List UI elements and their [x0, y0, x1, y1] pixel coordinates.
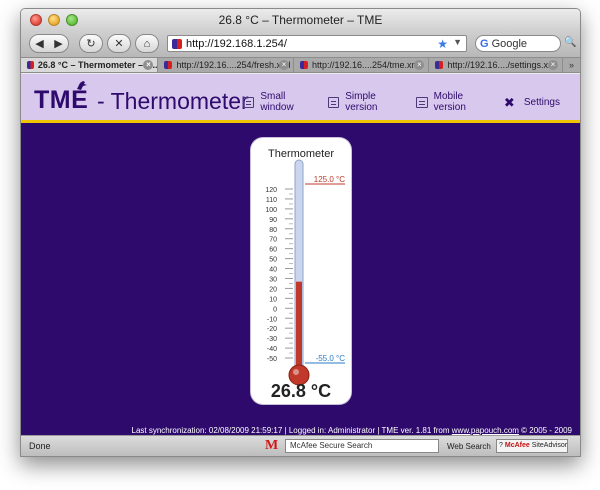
status-text: Done	[29, 441, 51, 451]
bird-logo-icon	[77, 81, 87, 90]
tab-thermometer[interactable]: 26.8 °C – Thermometer – T... ×	[21, 58, 159, 72]
nav-label: Mobile version	[433, 91, 466, 113]
tab-settings-xml[interactable]: http://192.16..../settings.xml ×	[429, 58, 563, 72]
tick-label: 100	[265, 207, 277, 214]
tab-close-icon[interactable]: ×	[414, 60, 425, 70]
forward-arrow-icon[interactable]: ▶	[49, 37, 68, 50]
google-icon: G	[480, 37, 489, 50]
tab-tme-xml[interactable]: http://192.16....254/tme.xml ×	[294, 58, 430, 72]
site-favicon-icon	[172, 38, 182, 49]
stop-icon: ✕	[114, 38, 124, 50]
address-bar[interactable]: http://192.168.1.254/ ★ ▼	[167, 35, 467, 52]
siteadvisor-brand: McAfee	[504, 442, 530, 449]
tab-label: http://192.16....254/tme.xml	[311, 60, 422, 70]
nav-label: Small window	[260, 91, 294, 113]
footer-sync: Last synchronization: 02/08/2009 21:59:1…	[131, 426, 283, 435]
nav-small-window[interactable]: Small window	[243, 91, 308, 113]
search-magnifier-icon[interactable]: 🔍	[564, 37, 576, 48]
footer-version: TME ver. 1.81 from	[381, 426, 450, 435]
nav-settings[interactable]: ✖ Settings	[504, 91, 560, 113]
footer-copyright: © 2005 - 2009	[521, 426, 572, 435]
nav-label: Settings	[523, 96, 560, 108]
tab-favicon-icon	[435, 61, 444, 69]
tab-close-icon[interactable]: ×	[547, 60, 558, 70]
mercury-column	[296, 281, 302, 374]
stop-button[interactable]: ✕	[107, 34, 131, 53]
tab-label: 26.8 °C – Thermometer – T...	[37, 60, 158, 70]
tab-overflow-icon[interactable]: »	[563, 58, 580, 72]
page-footer: Last synchronization: 02/08/2009 21:59:1…	[21, 426, 580, 435]
tab-favicon-icon	[299, 61, 308, 69]
tick-label: 80	[269, 227, 277, 234]
back-forward-group: ◀ ▶	[29, 34, 69, 53]
page-content: TME - Thermometer Small window Simple ve…	[21, 74, 580, 437]
reload-button[interactable]: ↻	[79, 34, 103, 53]
thermometer-gauge: 1201101009080706050403020100-10-20-30-40…	[265, 159, 346, 386]
window-icon	[416, 96, 428, 108]
tick-label: 40	[269, 267, 277, 274]
min-label: -55.0 °C	[316, 354, 346, 363]
tick-label: 120	[265, 187, 277, 194]
footer-login: Logged in: Administrator	[288, 426, 376, 435]
tick-label: -20	[267, 326, 277, 333]
tick-label: 30	[269, 276, 277, 283]
siteadvisor-button[interactable]: ? McAfee SiteAdvisor	[496, 439, 568, 453]
bookmark-star-icon[interactable]: ★	[437, 37, 448, 51]
web-search-button[interactable]: Web Search	[447, 442, 491, 451]
nav-simple-version[interactable]: Simple version	[327, 91, 396, 113]
tab-favicon-icon	[27, 61, 34, 69]
status-bar: Done M McAfee Secure Search Web Search ?…	[21, 435, 580, 456]
search-field[interactable]: G Google	[475, 35, 561, 52]
tick-label: 60	[269, 247, 277, 254]
window-icon	[327, 96, 340, 108]
mcafee-search-input[interactable]: McAfee Secure Search	[285, 439, 439, 453]
tick-label: 110	[266, 197, 277, 204]
bulb-highlight	[293, 369, 299, 375]
address-dropdown-icon[interactable]: ▼	[453, 37, 462, 47]
window-title: 26.8 °C – Thermometer – TME	[218, 13, 383, 27]
tick-label: -40	[267, 346, 277, 353]
tick-label: 10	[269, 296, 277, 303]
tick-label: -30	[267, 336, 277, 343]
max-label: 125.0 °C	[314, 175, 345, 184]
tick-label: -50	[267, 356, 277, 363]
browser-toolbar: ◀ ▶ ↻ ✕ ⌂ http://192.168.1.254/ ★ ▼ G Go…	[21, 31, 580, 57]
back-arrow-icon[interactable]: ◀	[30, 37, 49, 50]
current-temperature: 26.8 °C	[270, 381, 332, 401]
thermometer-card: Thermometer 120 110 100 90 80 70 60 50 40 30 20 10 0…	[251, 138, 351, 404]
tab-label: http://192.16..../settings.xml	[447, 60, 558, 70]
tab-favicon-icon	[164, 61, 173, 69]
home-icon: ⌂	[143, 37, 151, 50]
siteadvisor-label: SiteAdvisor	[531, 442, 568, 449]
app-title: - Thermometer	[97, 88, 249, 114]
tick-label: 0	[273, 306, 277, 313]
title-bar: 26.8 °C – Thermometer – TME	[21, 9, 580, 31]
nav-mobile-version[interactable]: Mobile version	[416, 91, 484, 113]
papouch-link[interactable]: www.papouch.com	[452, 426, 519, 435]
window-icon	[243, 96, 255, 108]
tab-fresh-xml[interactable]: http://192.16....254/fresh.xml ×	[158, 58, 294, 72]
mcafee-logo-icon[interactable]: M	[265, 438, 278, 454]
home-button[interactable]: ⌂	[135, 34, 159, 53]
tick-label: 20	[269, 286, 277, 293]
browser-window: 26.8 °C – Thermometer – TME ◀ ▶ ↻ ✕ ⌂ ht…	[20, 8, 581, 457]
tab-label: http://192.16....254/fresh.xml	[176, 60, 291, 70]
tick-label: -10	[267, 316, 277, 323]
tab-close-icon[interactable]: ×	[278, 60, 289, 70]
tick-label: 50	[269, 257, 277, 264]
tick-label: 90	[269, 217, 277, 224]
app-header: TME - Thermometer Small window Simple ve…	[21, 74, 580, 123]
siteadvisor-help-icon: ?	[499, 442, 503, 449]
tab-strip: 26.8 °C – Thermometer – T... × http://19…	[21, 57, 580, 73]
address-bar-url: http://192.168.1.254/	[186, 37, 287, 50]
nav-label: Simple version	[345, 91, 378, 113]
app-nav: Small window Simple version Mobile versi…	[243, 91, 580, 113]
tick-label: 70	[269, 237, 277, 244]
reload-icon: ↻	[86, 38, 96, 50]
tools-icon: ✖	[503, 94, 515, 110]
search-placeholder: Google	[491, 37, 528, 50]
